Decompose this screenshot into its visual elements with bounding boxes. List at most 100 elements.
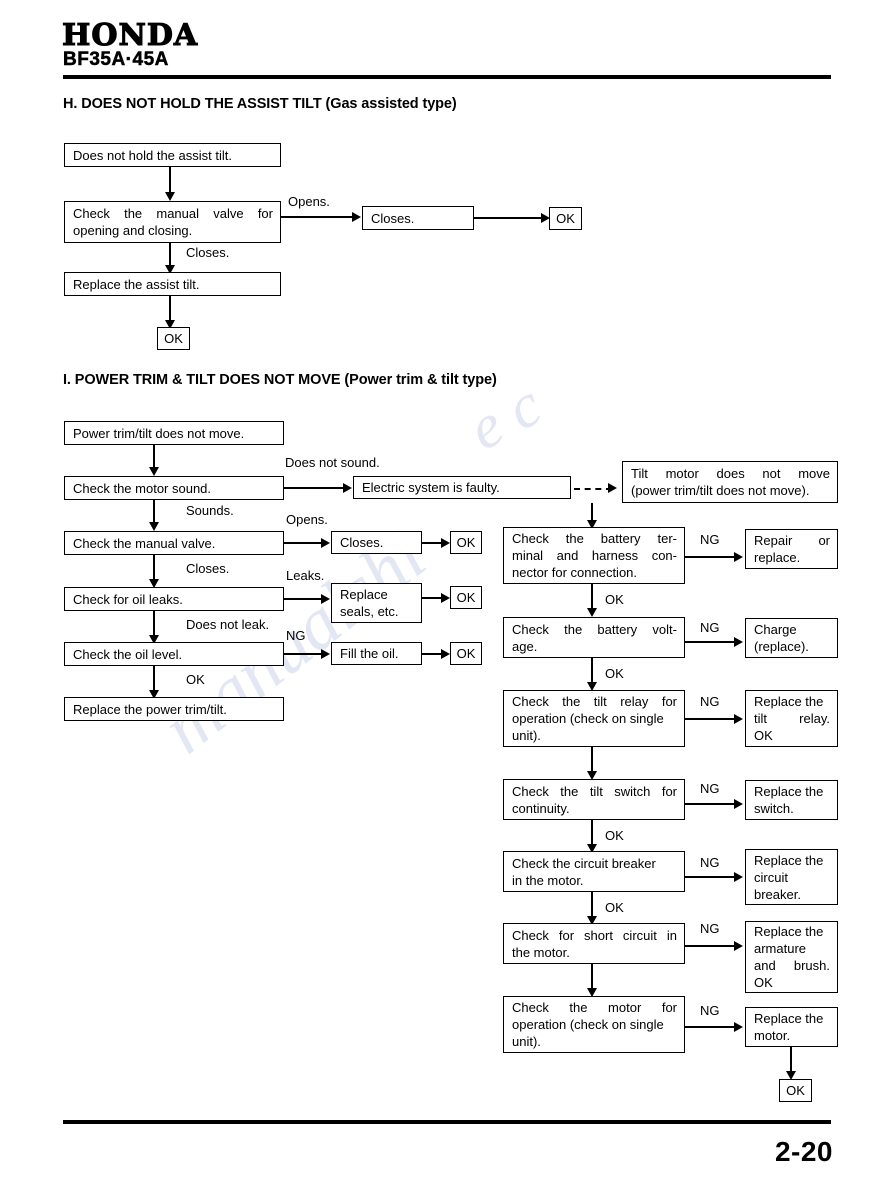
box-i-tilt-motor-does-not-move: Tilt motor does not move (power trim/til… [622,461,838,503]
box-r-replace-tilt-relay: Replace the tilt relay. OK [745,690,838,747]
label-h-closes: Closes. [186,245,230,260]
box-i-check-manual-valve: Check the manual valve. [64,531,284,555]
arrowhead-i-11 [441,649,450,659]
box-line-3: nector for connection. [512,565,638,580]
label-r-ok-tilt-switch: OK [605,828,624,843]
box-r-replace-circuit-breaker: Replace the circuit breaker. [745,849,838,905]
label-r-ng-circuit-breaker: NG [700,855,720,870]
box-line-3: and brush. [754,958,830,973]
manual-page: e c manualshi HONDA BF35A·45A H. DOES NO… [0,0,893,1182]
box-i-electric-system-faulty: Electric system is faulty. [353,476,571,499]
section-i-heading: I. POWER TRIM & TILT DOES NOT MOVE (Powe… [63,372,497,388]
box-line-1: Tilt motor does not move [631,466,830,481]
label-r-ng-battery-voltage: NG [700,620,720,635]
box-line-2: in the motor. [512,872,584,888]
connector-i-7 [284,598,324,600]
model-designation: BF35A·45A [63,49,169,71]
box-h-check-manual-valve: Check the manual valve for opening and c… [64,201,281,243]
box-line-1: Replace the [754,852,824,868]
footer-rule [63,1120,831,1124]
box-line-2: armature [754,941,807,956]
connector-r-10 [685,876,737,878]
box-i-check-oil-leaks: Check for oil leaks. [64,587,284,611]
connector-r-14 [685,1026,737,1028]
box-i-fill-the-oil: Fill the oil. [331,642,422,665]
box-h-closes: Closes. [362,206,474,230]
box-line-1: Charge [754,622,797,637]
box-h-ok-bottom: OK [157,327,190,350]
box-r-check-battery-voltage: Check the battery volt- age. [503,617,685,658]
box-h-ok-right: OK [549,207,582,230]
label-i-ok-oil-level: OK [186,672,205,687]
box-r-check-tilt-switch: Check the tilt switch for continuity. [503,779,685,820]
box-line-2: continuity. [512,800,570,816]
box-line-1: Replace the [754,784,824,799]
box-line-2: motor. [754,1028,791,1043]
arrowhead-h-1 [165,192,175,201]
box-h-start: Does not hold the assist tilt. [64,143,281,167]
connector-h-1 [169,167,171,195]
label-r-ng-battery-terminal: NG [700,532,720,547]
box-line-2: (power trim/tilt does not move). [631,483,810,498]
section-h-heading: H. DOES NOT HOLD THE ASSIST TILT (Gas as… [63,96,457,112]
label-r-ng-short-circuit: NG [700,921,720,936]
box-i-ok-seals: OK [450,586,482,609]
box-r-check-tilt-relay: Check the tilt relay for operation (chec… [503,690,685,747]
label-r-ok-battery-voltage: OK [605,666,624,681]
arrowhead-r-2 [734,552,743,562]
honda-brand-logo: HONDA [61,17,199,53]
box-line-1: Check the battery ter- [512,531,677,546]
connector-i-dashed [574,488,612,490]
label-r-ng-tilt-relay: NG [700,694,720,709]
box-line-2: operation (check on single [512,711,664,726]
box-line-1: Check for short circuit in [512,927,677,943]
box-line-2: minal and harness con- [512,548,677,563]
box-line-2: opening and closing. [73,223,193,238]
box-line-2: circuit [754,869,788,885]
box-r-check-short-circuit: Check for short circuit in the motor. [503,923,685,964]
box-line-1: Check the tilt relay for [512,694,677,709]
label-i-closes: Closes. [186,561,230,576]
box-line-2: age. [512,638,538,654]
arrowhead-i-3 [149,522,159,531]
box-r-check-motor-operation: Check the motor for operation (check on … [503,996,685,1053]
header-rule [63,75,831,79]
box-i-closes: Closes. [331,531,422,554]
box-line-3: breaker. [754,886,801,902]
page-number: 2-20 [774,1136,833,1167]
arrowhead-i-2 [343,483,352,493]
arrowhead-h-2 [352,212,361,222]
arrowhead-r-10 [734,872,743,882]
box-line-1: Check the circuit breaker [512,855,656,871]
box-h-replace-assist-tilt: Replace the assist tilt. [64,272,281,296]
connector-r-4 [685,641,737,643]
box-r-check-battery-terminal: Check the battery ter- minal and harness… [503,527,685,584]
label-r-ok-circuit-breaker: OK [605,900,624,915]
box-line-1: Replace the [754,924,824,939]
box-line-2: switch. [754,801,794,816]
box-i-replace-seals: Replace seals, etc. [331,583,422,623]
connector-h-2 [281,216,355,218]
arrowhead-i-4 [321,538,330,548]
box-line-1: Check the battery volt- [512,621,677,637]
label-i-sounds: Sounds. [186,503,234,518]
arrowhead-r-14 [734,1022,743,1032]
box-line-2: replace. [754,550,801,565]
box-line-3: OK [754,728,773,743]
arrowhead-r-4 [734,637,743,647]
box-line-3: unit). [512,728,541,743]
connector-i-4 [284,542,324,544]
connector-r-2 [685,556,737,558]
label-r-ng-motor-operation: NG [700,1003,720,1018]
box-r-repair-or-replace: Repair or replace. [745,529,838,569]
connector-h-3 [474,217,544,219]
box-i-ok-valve: OK [450,531,482,554]
box-line-2: the motor. [512,944,570,960]
box-line-1: Check the tilt switch for [512,783,677,799]
box-i-start: Power trim/tilt does not move. [64,421,284,445]
label-r-ng-tilt-switch: NG [700,781,720,796]
label-r-ok-battery-terminal: OK [605,592,624,607]
box-i-check-oil-level: Check the oil level. [64,642,284,666]
arrowhead-i-1 [149,467,159,476]
box-line-1: Replace the [754,694,824,709]
